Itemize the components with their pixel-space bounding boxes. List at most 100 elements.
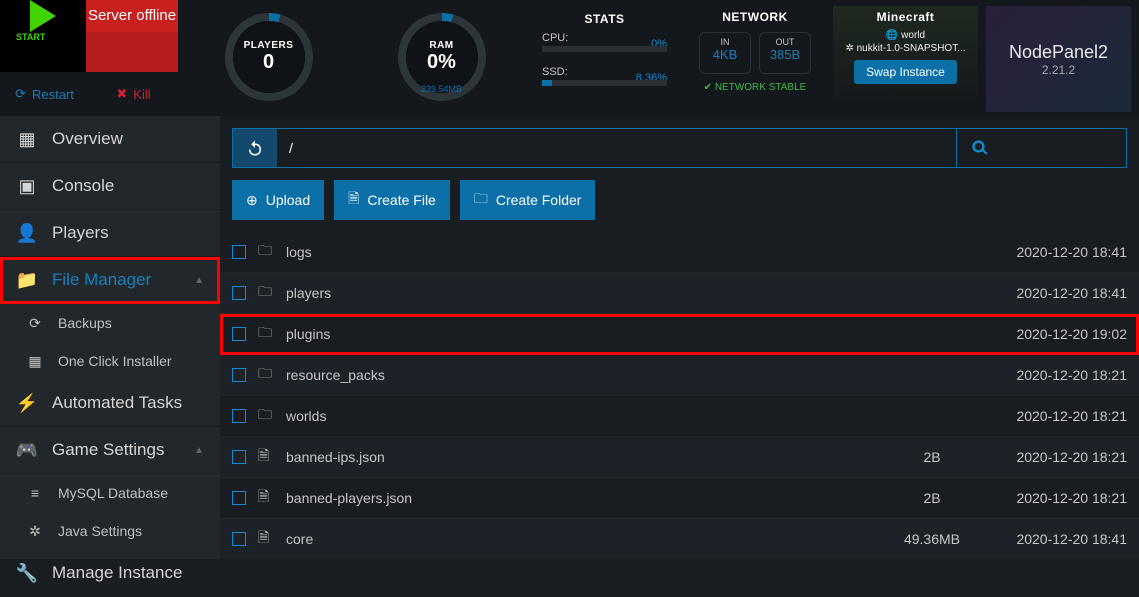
chevron-up-icon: ▲ <box>194 275 204 286</box>
sidebar-item-overview[interactable]: ▦Overview <box>0 116 220 163</box>
world-name: world <box>901 30 925 41</box>
file-date: 2020-12-20 18:21 <box>977 449 1127 465</box>
sidebar-sub-backups[interactable]: ⟳ Backups <box>0 304 220 342</box>
create-folder-button[interactable]: 🗀 Create Folder <box>460 180 596 220</box>
row-checkbox[interactable] <box>232 245 258 259</box>
path-refresh-button[interactable] <box>233 129 277 167</box>
create-file-button[interactable]: 🗎 Create File <box>334 180 450 220</box>
net-in-value: 4KB <box>704 47 746 62</box>
sidebar-item-label: Automated Tasks <box>52 393 182 413</box>
network-title: NETWORK <box>693 10 817 24</box>
sidebar-sub-mysql-database[interactable]: ≡ MySQL Database <box>0 474 220 512</box>
instance-box: Minecraft 🌐 world ✲ nukkit-1.0-SNAPSHOT.… <box>833 6 978 112</box>
file-row[interactable]: 🗀logs 2020-12-20 18:41 <box>220 232 1139 273</box>
net-in-label: IN <box>704 37 746 47</box>
network-stable: ✔ NETWORK STABLE <box>693 82 817 93</box>
players-value: 0 <box>263 51 274 74</box>
file-date: 2020-12-20 18:41 <box>977 244 1127 260</box>
sidebar-sub-label: One Click Installer <box>58 353 172 369</box>
ssd-label: SSD: <box>542 66 568 78</box>
sidebar-sub-label: Java Settings <box>58 523 142 539</box>
row-checkbox[interactable] <box>232 450 258 464</box>
players-gauge: PLAYERS 0 <box>186 6 351 108</box>
sidebar-item-file-manager[interactable]: 📁 File Manager ▲ <box>0 257 220 304</box>
file-icon: 🗎 <box>258 445 286 469</box>
file-name: banned-ips.json <box>286 449 887 465</box>
gear-icon: ✲ <box>845 43 853 54</box>
check-icon: ✔ <box>704 82 712 93</box>
file-name: banned-players.json <box>286 490 887 506</box>
file-name: resource_packs <box>286 367 887 383</box>
play-icon <box>30 0 56 32</box>
kill-label: Kill <box>133 87 150 102</box>
restart-button[interactable]: ⟳ Restart <box>0 72 89 116</box>
sidebar-item-label: File Manager <box>52 270 151 290</box>
db-icon: ≡ <box>24 482 46 504</box>
search-button[interactable] <box>956 129 1126 167</box>
file-row[interactable]: 🗀worlds2020-12-20 18:21 <box>220 396 1139 437</box>
net-out: OUT 385B <box>759 32 811 74</box>
create-file-label: Create File <box>367 192 435 208</box>
file-name: players <box>286 285 887 301</box>
file-size: 2B <box>887 449 977 465</box>
file-row[interactable]: 🗀plugins2020-12-20 19:02 <box>220 314 1139 355</box>
file-date: 2020-12-20 18:21 <box>977 408 1127 424</box>
sidebar-item-console[interactable]: ▣Console <box>0 163 220 210</box>
sidebar-sub-java-settings[interactable]: ✲Java Settings <box>0 512 220 550</box>
file-date: 2020-12-20 18:21 <box>977 490 1127 506</box>
globe-icon: 🌐 <box>886 30 898 41</box>
file-size: 2B <box>887 490 977 506</box>
sidebar-sub-label: MySQL Database <box>58 485 168 501</box>
row-checkbox[interactable] <box>232 368 258 382</box>
file-row[interactable]: 🗀players 2020-12-20 18:41 <box>220 273 1139 314</box>
file-row[interactable]: 🗀resource_packs2020-12-20 18:21 <box>220 355 1139 396</box>
backup-icon: ⟳ <box>24 312 46 334</box>
file-icon: 🗎 <box>258 527 286 551</box>
ram-value: 0% <box>427 51 456 74</box>
swap-instance-button[interactable]: Swap Instance <box>854 60 957 84</box>
sidebar: ▦Overview▣Console👤Players 📁 File Manager ▲ ⟳… <box>0 116 220 559</box>
server-status: Server offline <box>86 0 178 32</box>
ram-sub: 239.54MB <box>421 84 462 94</box>
row-checkbox[interactable] <box>232 491 258 505</box>
folder-icon: 🗀 <box>258 281 286 305</box>
file-name: logs <box>286 244 887 260</box>
row-checkbox[interactable] <box>232 286 258 300</box>
file-size: 49.36MB <box>887 531 977 547</box>
file-name: plugins <box>286 326 887 342</box>
file-date: 2020-12-20 19:02 <box>977 326 1127 342</box>
ram-label: RAM <box>429 40 453 51</box>
jar-name: nukkit-1.0-SNAPSHOT... <box>857 43 966 54</box>
net-out-value: 385B <box>764 47 806 62</box>
sidebar-item-automated-tasks[interactable]: ⚡Automated Tasks <box>0 380 220 427</box>
network-stable-label: NETWORK STABLE <box>715 82 807 93</box>
path-input[interactable] <box>277 129 956 167</box>
row-checkbox[interactable] <box>232 409 258 423</box>
file-row[interactable]: 🗎core49.36MB2020-12-20 18:41 <box>220 519 1139 559</box>
sidebar-item-label: Game Settings <box>52 440 164 460</box>
stats-title: STATS <box>542 12 667 26</box>
folder-icon: 📁 <box>16 269 38 291</box>
sidebar-sub-label: Backups <box>58 315 112 331</box>
sidebar-item-game-settings[interactable]: 🎮Game Settings▲ <box>0 427 220 474</box>
upload-button[interactable]: ⊕ Upload <box>232 180 324 220</box>
file-row[interactable]: 🗎banned-players.json2B2020-12-20 18:21 <box>220 478 1139 519</box>
sidebar-item-players[interactable]: 👤Players <box>0 210 220 257</box>
start-button[interactable]: START <box>0 0 86 72</box>
sidebar-item-manage-instance[interactable]: 🔧Manage Instance <box>0 550 220 597</box>
row-checkbox[interactable] <box>232 327 258 341</box>
nodepanel-name: NodePanel2 <box>1009 42 1108 63</box>
stats-box: STATS CPU: 0% SSD: 8.36% <box>532 6 677 108</box>
file-name: worlds <box>286 408 887 424</box>
players-label: PLAYERS <box>244 40 294 51</box>
cpu-label: CPU: <box>542 32 568 44</box>
chevron-up-icon: ▲ <box>194 445 204 456</box>
row-checkbox[interactable] <box>232 532 258 546</box>
folder-icon: 🗀 <box>258 240 286 264</box>
kill-button[interactable]: ✖ Kill <box>89 72 178 116</box>
sidebar-sub-one-click-installer[interactable]: ▦One Click Installer <box>0 342 220 380</box>
restart-label: Restart <box>32 87 74 102</box>
sidebar-item-label: Console <box>52 176 114 196</box>
file-row[interactable]: 🗎banned-ips.json2B2020-12-20 18:21 <box>220 437 1139 478</box>
file-date: 2020-12-20 18:41 <box>977 285 1127 301</box>
